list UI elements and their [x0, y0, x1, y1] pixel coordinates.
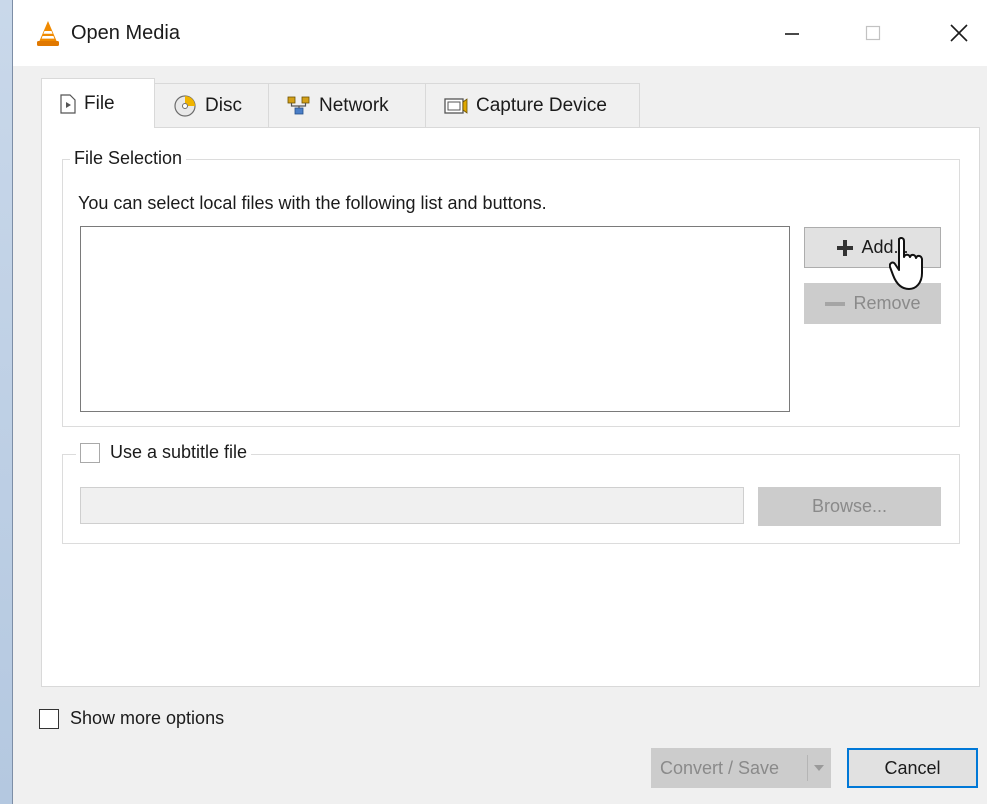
- tab-network[interactable]: Network: [268, 83, 426, 127]
- cancel-button[interactable]: Cancel: [847, 748, 978, 788]
- file-selection-legend: File Selection: [70, 148, 187, 169]
- convert-save-button[interactable]: Convert / Save: [651, 748, 831, 788]
- convert-save-label: Convert / Save: [660, 757, 780, 778]
- network-icon: [287, 96, 311, 116]
- tab-network-label: Network: [319, 94, 389, 116]
- window-title: Open Media: [71, 22, 180, 44]
- minus-icon: [825, 301, 846, 306]
- chevron-down-icon[interactable]: [814, 765, 824, 772]
- disc-icon: [173, 94, 197, 118]
- show-more-label[interactable]: Show more options: [70, 708, 224, 729]
- close-icon: [950, 24, 968, 42]
- desktop-edge: [0, 0, 12, 804]
- tab-disc[interactable]: Disc: [154, 83, 269, 127]
- plus-icon: [837, 239, 854, 256]
- tab-capture-device[interactable]: Capture Device: [425, 83, 640, 127]
- title-bar[interactable]: Open Media: [13, 0, 987, 66]
- subtitle-path-field[interactable]: [80, 487, 744, 524]
- show-more-options[interactable]: Show more options: [39, 708, 224, 729]
- subtitle-legend: Use a subtitle file: [76, 442, 252, 463]
- capture-device-icon: [444, 96, 468, 116]
- minimize-button[interactable]: [758, 0, 826, 66]
- minimize-icon: [785, 33, 799, 35]
- mouse-pointer-icon: [889, 237, 923, 290]
- browse-button[interactable]: Browse...: [758, 487, 941, 526]
- subtitle-checkbox[interactable]: [80, 442, 100, 463]
- tab-file-label: File: [84, 92, 115, 114]
- remove-button-label: Remove: [853, 293, 921, 313]
- file-play-icon: [60, 93, 76, 114]
- convert-separator: [807, 755, 808, 781]
- maximize-button[interactable]: [839, 0, 907, 66]
- tab-capture-device-label: Capture Device: [476, 94, 607, 116]
- open-media-dialog: Open Media File Disc Network Capture Dev…: [12, 0, 987, 804]
- file-list[interactable]: [80, 226, 790, 412]
- file-tab-panel: File Selection You can select local file…: [41, 127, 980, 687]
- subtitle-checkbox-label[interactable]: Use a subtitle file: [110, 442, 247, 463]
- close-button[interactable]: [925, 0, 987, 66]
- file-selection-hint: You can select local files with the foll…: [78, 193, 547, 213]
- tab-file[interactable]: File: [41, 78, 155, 128]
- tab-disc-label: Disc: [205, 94, 242, 116]
- maximize-icon: [865, 25, 881, 41]
- vlc-cone-icon: [37, 21, 59, 46]
- show-more-checkbox[interactable]: [39, 708, 59, 729]
